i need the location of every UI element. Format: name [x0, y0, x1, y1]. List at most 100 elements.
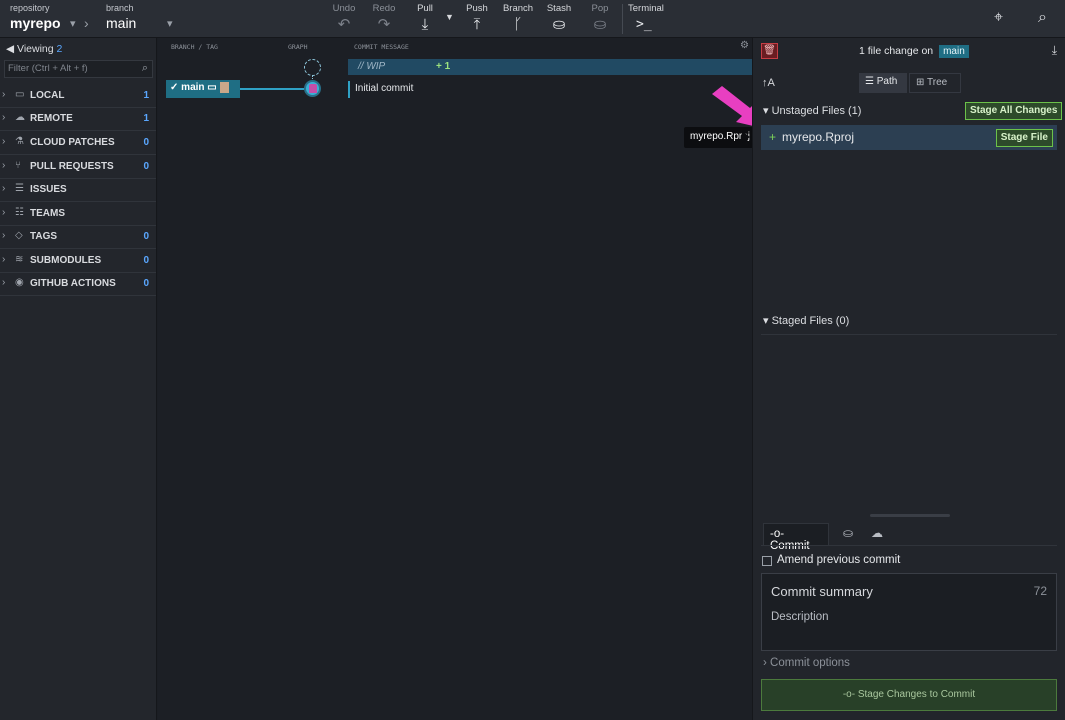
stack-icon: ≋ — [15, 254, 24, 265]
sidebar-section-count: 1 — [143, 113, 149, 124]
panel-resize-handle[interactable] — [870, 514, 950, 517]
undo-icon: ↶ — [337, 16, 351, 33]
wip-row[interactable]: // WIP + 1 — [348, 59, 752, 75]
chevron-down-icon: ▾ — [763, 315, 769, 327]
chevron-right-icon: › — [2, 112, 6, 123]
tag-icon: ◇ — [15, 230, 23, 241]
commit-summary-input[interactable]: Commit summary — [771, 584, 873, 599]
sidebar-section-label: CLOUD PATCHES — [30, 137, 115, 148]
branch-badge-main[interactable]: ✓ main ▭ — [166, 80, 240, 98]
wip-node[interactable] — [304, 59, 321, 76]
chevron-right-icon: › — [2, 160, 6, 171]
repository-name[interactable]: myrepo — [10, 15, 61, 31]
commit-node[interactable] — [304, 80, 321, 97]
divider — [761, 334, 1057, 335]
filter-input[interactable]: Filter (Ctrl + Alt + f) ⌕ — [4, 60, 153, 78]
view-path-button[interactable]: ☰ Path — [859, 73, 907, 93]
amend-checkbox[interactable] — [762, 556, 772, 566]
tab-commit[interactable]: -o- Commit — [763, 523, 829, 552]
viewing-header[interactable]: ◀ Viewing 2 — [6, 43, 62, 55]
toolbar: repository myrepo ▾ › branch main ▾ Undo… — [0, 0, 1065, 38]
pull-icon: ⤓ — [421, 16, 429, 33]
sidebar-section-issues[interactable]: › ☰ ISSUES — [0, 179, 156, 202]
discard-changes-trash-icon[interactable]: 🗑 — [761, 43, 778, 59]
download-icon[interactable]: ⤓ — [1052, 43, 1057, 58]
branch-button[interactable]: Branch ᚴ — [501, 0, 535, 38]
stash-label: Stash — [546, 3, 572, 14]
left-panel: ◀ Viewing 2 Filter (Ctrl + Alt + f) ⌕ › … — [0, 38, 157, 720]
sidebar-section-label: TAGS — [30, 231, 58, 242]
sidebar-section-teams[interactable]: › ☷ TEAMS — [0, 203, 156, 226]
search-icon[interactable]: ⌕ — [1038, 9, 1047, 27]
commit-avatar — [309, 84, 317, 93]
team-icon: ☷ — [15, 207, 24, 218]
sidebar-section-pull-requests[interactable]: › ⑂ PULL REQUESTS 0 — [0, 156, 156, 179]
commit-message[interactable]: Initial commit — [355, 83, 413, 94]
redo-icon: ↷ — [377, 16, 391, 33]
undo-button[interactable]: Undo ↶ — [327, 0, 361, 38]
sidebar-section-submodules[interactable]: › ≋ SUBMODULES 0 — [0, 250, 156, 273]
branch-caption: branch — [106, 3, 134, 13]
stage-all-button[interactable]: Stage All Changes — [965, 102, 1063, 120]
sidebar-section-count: 0 — [143, 255, 149, 266]
redo-button[interactable]: Redo ↷ — [367, 0, 401, 38]
amend-label: Amend previous commit — [777, 554, 901, 566]
branch-line — [240, 88, 304, 90]
column-header-graph[interactable]: GRAPH — [288, 43, 308, 51]
stage-changes-to-commit-button[interactable]: -o- Stage Changes to Commit — [761, 679, 1057, 711]
chevron-right-icon: › — [2, 277, 6, 288]
tooltip-pointer — [742, 131, 750, 143]
column-header-message[interactable]: COMMIT MESSAGE — [354, 43, 409, 51]
filter-placeholder: Filter (Ctrl + Alt + f) — [8, 63, 88, 74]
branch-dropdown-icon[interactable]: ▾ — [167, 17, 173, 30]
column-header-branch[interactable]: BRANCH / TAG — [171, 43, 218, 51]
change-summary-branch: main — [939, 45, 969, 58]
view-tree-button[interactable]: ⊞ Tree — [909, 73, 961, 93]
stage-changes-to-commit-label: Stage Changes to Commit — [857, 689, 976, 700]
pop-label: Pop — [591, 3, 609, 14]
unstaged-files-header[interactable]: ▾ Unstaged Files (1) — [763, 104, 861, 117]
unstaged-file-row[interactable]: + myrepo.Rproj Stage File — [761, 125, 1057, 150]
chevron-right-icon: › — [2, 183, 6, 194]
pull-button[interactable]: Pull ⤓ — [408, 0, 442, 38]
sidebar-section-tags[interactable]: › ◇ TAGS 0 — [0, 226, 156, 249]
sidebar-section-local[interactable]: › ▭ LOCAL 1 — [0, 85, 156, 108]
sidebar-section-label: REMOTE — [30, 113, 73, 124]
branch-name[interactable]: main — [106, 15, 136, 31]
commit-icon: -o- — [770, 528, 785, 540]
layout-toggle-icon[interactable]: ⌖ — [994, 9, 1003, 27]
avatar — [219, 82, 229, 93]
file-name: myrepo.Rproj — [782, 130, 855, 144]
viewing-label: Viewing — [17, 43, 54, 55]
terminal-button[interactable]: Terminal >_ — [628, 0, 672, 38]
commit-message-box: Commit summary 72 Description — [761, 573, 1057, 651]
laptop-icon: ▭ — [207, 82, 217, 94]
pop-button[interactable]: Pop ⛀ — [583, 0, 617, 38]
pop-icon: ⛀ — [593, 16, 607, 33]
staged-files-header[interactable]: ▾ Staged Files (0) — [763, 314, 849, 327]
commit-description-input[interactable]: Description — [771, 611, 829, 623]
repository-dropdown-icon[interactable]: ▾ — [70, 17, 76, 30]
pull-label: Pull — [417, 3, 433, 14]
sidebar-section-label: ISSUES — [30, 184, 67, 195]
stage-file-button[interactable]: Stage File — [995, 129, 1053, 147]
flask-icon: ⚗ — [15, 136, 24, 147]
sidebar-section-cloud-patches[interactable]: › ⚗ CLOUD PATCHES 0 — [0, 132, 156, 155]
tab-stash-icon[interactable]: ⛀ — [843, 526, 853, 540]
terminal-label: Terminal — [628, 3, 664, 14]
stash-button[interactable]: Stash ⛀ — [542, 0, 576, 38]
commit-graph: BRANCH / TAG GRAPH COMMIT MESSAGE ⚙ // W… — [158, 38, 752, 720]
sort-icon[interactable]: ↑A — [762, 77, 775, 89]
back-icon[interactable]: ◀ — [6, 43, 14, 55]
commit-options-label: Commit options — [770, 657, 850, 669]
tab-cloud-patch-icon[interactable]: ☁ — [871, 526, 883, 540]
sidebar-section-count: 0 — [143, 231, 149, 242]
push-button[interactable]: Push ⤒ — [460, 0, 494, 38]
sidebar-section-github-actions[interactable]: › ◉ GITHUB ACTIONS 0 — [0, 273, 156, 296]
filter-search-icon: ⌕ — [141, 62, 148, 74]
commit-options-toggle[interactable]: › Commit options — [763, 657, 850, 669]
pull-dropdown-icon[interactable]: ▼ — [445, 12, 454, 22]
change-summary-text: 1 file change on — [859, 45, 934, 57]
graph-settings-gear-icon[interactable]: ⚙ — [740, 40, 749, 51]
sidebar-section-remote[interactable]: › ☁ REMOTE 1 — [0, 108, 156, 131]
